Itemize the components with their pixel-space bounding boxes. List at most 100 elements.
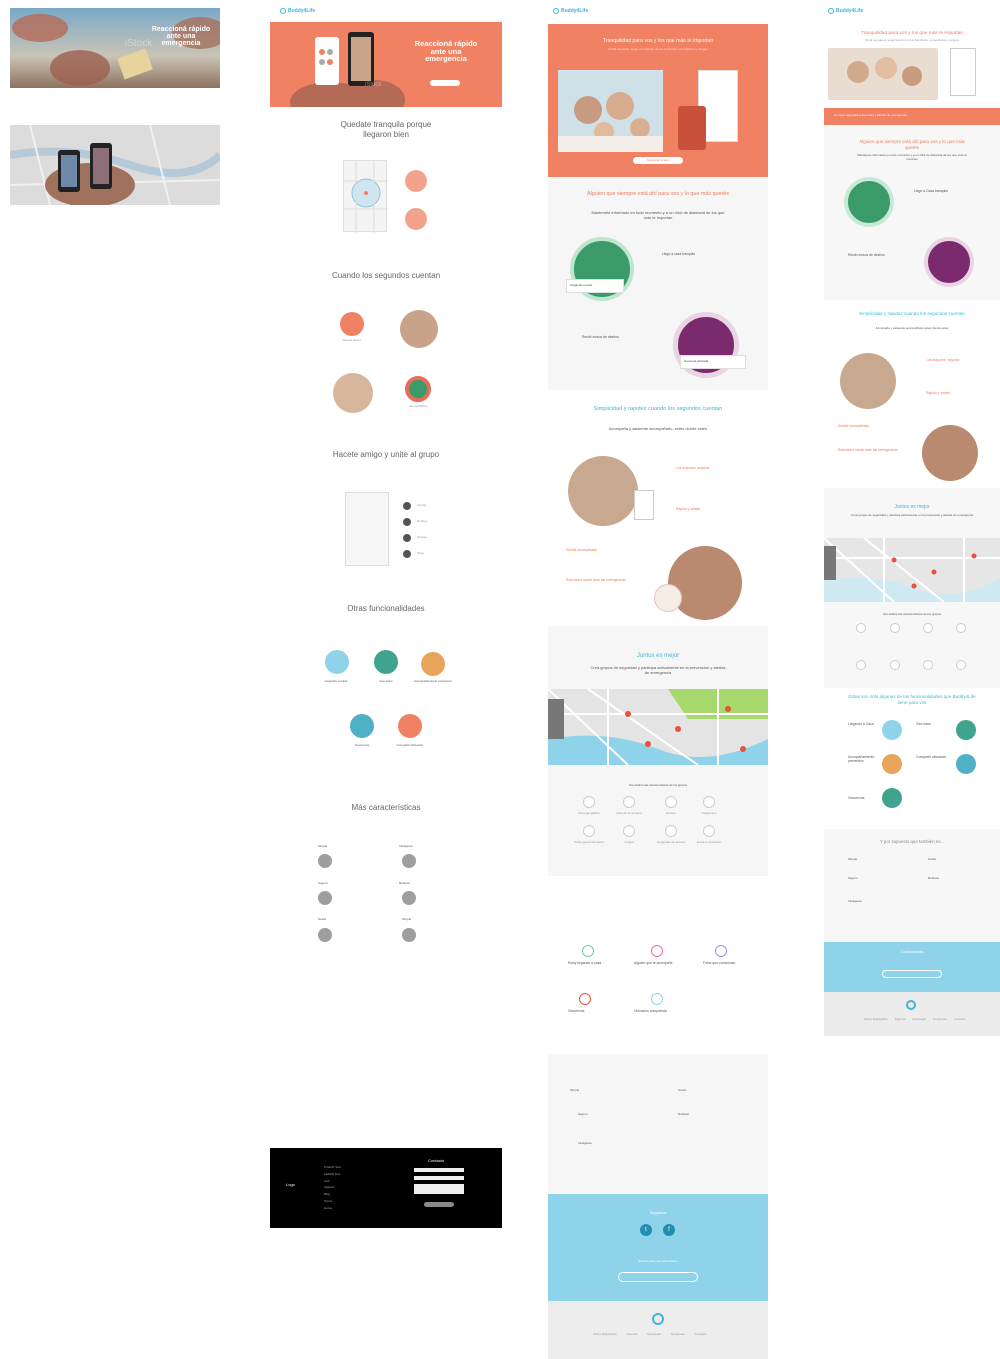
hero-title: Reaccioná rápido ante una emergencia [151,26,211,47]
logo[interactable]: Buddy4Life [828,8,863,14]
download-button[interactable]: Descargá la app [633,157,683,164]
arriving-icon [882,720,902,740]
hero-button[interactable] [430,80,460,86]
footer-link[interactable]: Descargar [647,1332,661,1337]
footer-link[interactable]: Descargar [912,1017,926,1022]
logo-icon [553,8,559,14]
footer-logo: Logo [286,1182,295,1187]
contact-name-input[interactable] [414,1168,464,1172]
feature-title: Reaccioná rápido ante las emergencias [838,448,898,452]
footer-link[interactable]: LEADS Tour [324,1172,341,1177]
group-feature-ring [583,796,595,808]
footer-link[interactable]: Soporte [895,1017,906,1022]
section-subtitle: Creá grupos de seguridad y participa act… [851,513,973,517]
logo-text: Buddy4Life [836,8,864,14]
ring-label: Grupal [624,840,634,844]
char-title: Simple [570,1088,580,1092]
geo-photos-icon [374,650,398,674]
section-title: Juntos es mejor [894,504,930,510]
group-feature-ring [583,825,595,837]
feature-title: Llegando a Casa [848,722,874,726]
footer-link[interactable]: Terms [324,1199,341,1204]
char-title: Gratis [678,1088,687,1092]
section-title-group: Hacete amigo y unite al grupo [332,450,440,459]
phone-mockup [950,48,976,96]
group-feature-ring [665,796,677,808]
arriving-home-icon [325,650,349,674]
list-item[interactable]: Nicolas [403,530,428,546]
contact-email-input[interactable] [414,1176,464,1180]
feature-title: Sentite acompañado [566,548,598,552]
twitter-icon[interactable]: t [640,1224,652,1236]
footer: Sobre Buddy4Life Soporte Descargar Empre… [824,992,1000,1036]
footer-link[interactable]: Empresas [671,1332,685,1337]
char-icon [318,891,332,905]
logo-text: Buddy4Life [561,8,589,14]
hero-strip-text: Lo mejor app para prevención y alertas d… [834,113,907,117]
email-button[interactable] [618,1272,698,1282]
feature-label: Geocercas [354,743,370,747]
footer-link[interactable]: Blog [324,1192,341,1197]
footer-link[interactable]: Sobre Buddy4Life [864,1017,888,1022]
char-label: Inteligente [399,844,413,848]
preventive-icon [882,754,902,774]
section-title: Y por supuesto que también es... [879,839,945,844]
section-title: Alguien que siempre está ahí para vos y … [586,191,730,197]
group-feature-ring [856,623,866,633]
group-feature-ring [623,796,635,808]
footer-link[interactable]: Contacto [954,1017,966,1022]
footer-link[interactable]: Contacto [695,1332,707,1337]
char-label: Robusto [399,881,411,885]
footer-link[interactable]: Support [324,1186,341,1190]
footer-link[interactable]: Product Tour [324,1165,341,1170]
section-title-seconds: Cuando los segundos cuentan [331,271,441,280]
list-item[interactable]: Pepe [403,546,428,562]
section-seconds: Simplicidad y rapidez cuando los segundo… [824,305,1000,487]
char-title: Inteligente [578,1141,592,1145]
logo[interactable]: Buddy4Life [280,8,315,14]
feature-title: Alguien que te acompañe [634,961,673,965]
group-feature-ring [665,825,677,837]
hero-banner: Tranquilidad para vos y los que más te i… [548,24,768,177]
char-title: Robusto [678,1112,690,1116]
companion-icon [405,376,431,402]
logo[interactable]: Buddy4Life [553,8,588,14]
share-location-icon [956,754,976,774]
section-always-there: Alguien que siempre está ahí para vos y … [824,125,1000,300]
section-features: Estas son sólo algunas de las funcionali… [824,692,1000,822]
section-characteristics: Simple Gratis Seguro Robusto Inteligente [548,1054,768,1194]
photo-icon [715,945,727,957]
section-title-other: Otras funcionalidades [347,604,425,613]
footer-logo-icon [906,1000,916,1010]
logo-icon [828,8,834,14]
elder-photo [400,310,438,348]
notification-card: Geozona activada [680,355,746,369]
city-map [824,538,1000,602]
hero-title: Reaccioná rápido ante una emergencia [414,39,478,63]
contact-message-input[interactable] [414,1184,464,1194]
char-label: Simple [318,844,328,848]
footer-link[interactable]: Home [324,1206,341,1211]
footer-link[interactable]: Empresas [933,1017,947,1022]
caption: Vos definís las características de los g… [882,612,942,616]
facebook-icon[interactable]: f [663,1224,675,1236]
list-item[interactable]: Camila [403,498,428,514]
list-item[interactable]: Rodrigo [403,514,428,530]
char-title: Gratis [928,857,937,861]
footer-link[interactable]: Soporte [627,1332,638,1337]
footer-link[interactable]: Link [324,1179,341,1184]
social-text: Escribí para más información [638,1259,678,1263]
section-subtitle: Creá grupos de seguridad y participa act… [590,665,726,675]
group-feature-ring [956,623,966,633]
send-button[interactable] [424,1202,454,1207]
ring-label: Horario [666,811,676,815]
footer-logo-icon [652,1313,664,1325]
email-button[interactable] [882,970,942,978]
section-title: Simplicidad y rapidez cuando los segundo… [593,406,723,412]
logo-icon [280,8,286,14]
hero-strip: Lo mejor app para prevención y alertas d… [824,108,1000,125]
section-title: Simplicidad y rapidez cuando los segundo… [859,311,965,316]
footer-link[interactable]: Sobre Buddy4Life [593,1332,617,1337]
footer-links: Sobre Buddy4Life Soporte Descargar Empre… [864,1017,966,1022]
section-seconds: Simplicidad y rapidez cuando los segundo… [548,390,768,626]
